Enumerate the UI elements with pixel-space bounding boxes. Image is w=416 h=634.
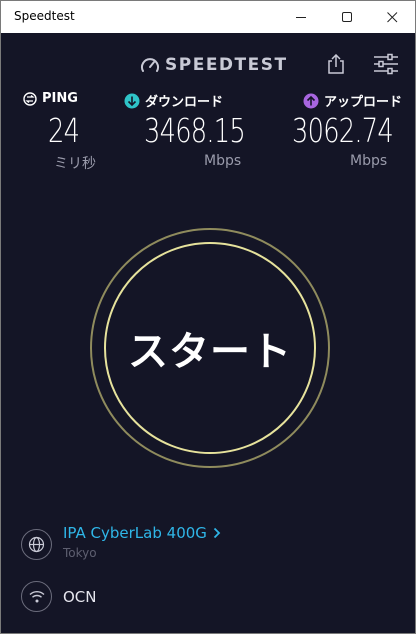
isp-row: OCN (21, 581, 321, 615)
server-location: Tokyo (63, 546, 97, 560)
ping-value: 24 (48, 111, 80, 150)
logo-text: SPEEDTEST (165, 55, 288, 75)
speedtest-logo: SPEEDTEST (140, 54, 288, 76)
ping-label: PING (42, 91, 78, 106)
settings-sliders-icon (374, 53, 398, 75)
settings-button[interactable] (371, 51, 401, 77)
download-arrow-icon (124, 93, 140, 108)
app-window: Speedtest SPEEDTEST PING 24 ミリ秒 ダウンロード 3… (0, 0, 416, 634)
ping-header: PING (23, 91, 78, 106)
upload-unit: Mbps (350, 153, 388, 169)
close-icon (386, 11, 397, 22)
title-bar: Speedtest (1, 1, 415, 33)
download-header: ダウンロード (124, 91, 223, 110)
download-label: ダウンロード (145, 95, 224, 110)
start-button[interactable]: スタート (104, 242, 316, 454)
speedtest-app: SPEEDTEST PING 24 ミリ秒 ダウンロード 3468.15 Mbp… (1, 33, 415, 633)
download-value: 3468.15 (144, 111, 246, 150)
wifi-icon (21, 581, 52, 612)
minimize-icon (295, 16, 306, 18)
maximize-button[interactable] (324, 1, 370, 33)
close-button[interactable] (369, 1, 415, 33)
share-button[interactable] (323, 51, 349, 77)
start-button-wrap: スタート (90, 228, 330, 468)
ping-unit: ミリ秒 (54, 156, 96, 172)
upload-arrow-icon (303, 93, 319, 108)
server-row[interactable]: IPA CyberLab 400G Tokyo (21, 523, 321, 563)
chevron-right-icon (213, 527, 221, 539)
download-unit: Mbps (204, 153, 242, 169)
maximize-icon (341, 11, 352, 22)
isp-name: OCN (63, 588, 97, 606)
upload-label: アップロード (324, 95, 403, 110)
window-title: Speedtest (14, 9, 75, 23)
upload-value: 3062.74 (292, 111, 394, 150)
server-name: IPA CyberLab 400G (63, 524, 207, 542)
share-icon (328, 54, 344, 74)
speedometer-icon (141, 58, 159, 72)
upload-header: アップロード (303, 91, 402, 110)
ping-icon (23, 91, 37, 106)
globe-icon (21, 529, 52, 560)
minimize-button[interactable] (278, 1, 324, 33)
server-name-link[interactable]: IPA CyberLab 400G (63, 524, 221, 542)
start-label: スタート (128, 329, 292, 375)
